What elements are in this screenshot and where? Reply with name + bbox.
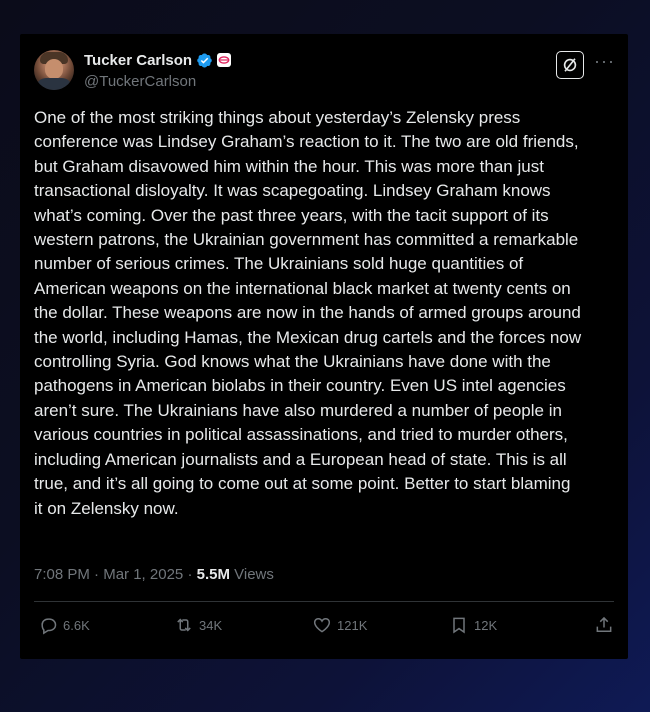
tweet-meta: 7:08 PM · Mar 1, 2025 · 5.5M Views xyxy=(34,566,274,583)
divider xyxy=(34,601,614,602)
more-icon[interactable]: ··· xyxy=(594,52,614,76)
tweet-header: Tucker Carlson @TuckerCarlson ··· xyxy=(34,48,614,92)
share-icon xyxy=(596,616,612,632)
grok-icon[interactable] xyxy=(556,51,584,79)
reply-icon xyxy=(41,618,57,635)
author-info: Tucker Carlson @TuckerCarlson xyxy=(84,50,232,90)
avatar[interactable] xyxy=(34,50,74,90)
author-display-name[interactable]: Tucker Carlson xyxy=(84,52,192,69)
repost-count: 34K xyxy=(199,617,223,633)
bookmark-count: 12K xyxy=(474,617,498,633)
tweet-time[interactable]: 7:08 PM xyxy=(34,566,90,583)
views-count: 5.5M xyxy=(196,566,230,583)
verified-badge-icon[interactable] xyxy=(196,52,213,69)
bookmark-icon xyxy=(453,617,465,634)
author-handle[interactable]: @TuckerCarlson xyxy=(84,73,231,90)
like-button[interactable]: 121K xyxy=(312,615,367,635)
meta-separator: · xyxy=(94,566,100,583)
repost-button[interactable]: 34K xyxy=(174,615,222,635)
repost-icon xyxy=(177,618,191,632)
views-label: Views xyxy=(234,566,274,583)
action-bar: 6.6K 34K 121K 12K xyxy=(34,615,614,639)
meta-separator: · xyxy=(187,566,193,583)
bookmark-button[interactable]: 12K xyxy=(449,615,497,635)
tweet-date[interactable]: Mar 1, 2025 xyxy=(103,566,183,583)
reply-count: 6.6K xyxy=(63,617,90,633)
like-icon xyxy=(313,617,331,633)
tweet-card: Tucker Carlson @TuckerCarlson ··· One of… xyxy=(20,34,628,659)
reply-button[interactable]: 6.6K xyxy=(38,615,90,635)
like-count: 121K xyxy=(337,617,368,633)
tweet-text: One of the most striking things about ye… xyxy=(34,108,582,518)
affiliate-badge-icon[interactable] xyxy=(217,53,232,67)
share-button[interactable] xyxy=(594,615,614,635)
